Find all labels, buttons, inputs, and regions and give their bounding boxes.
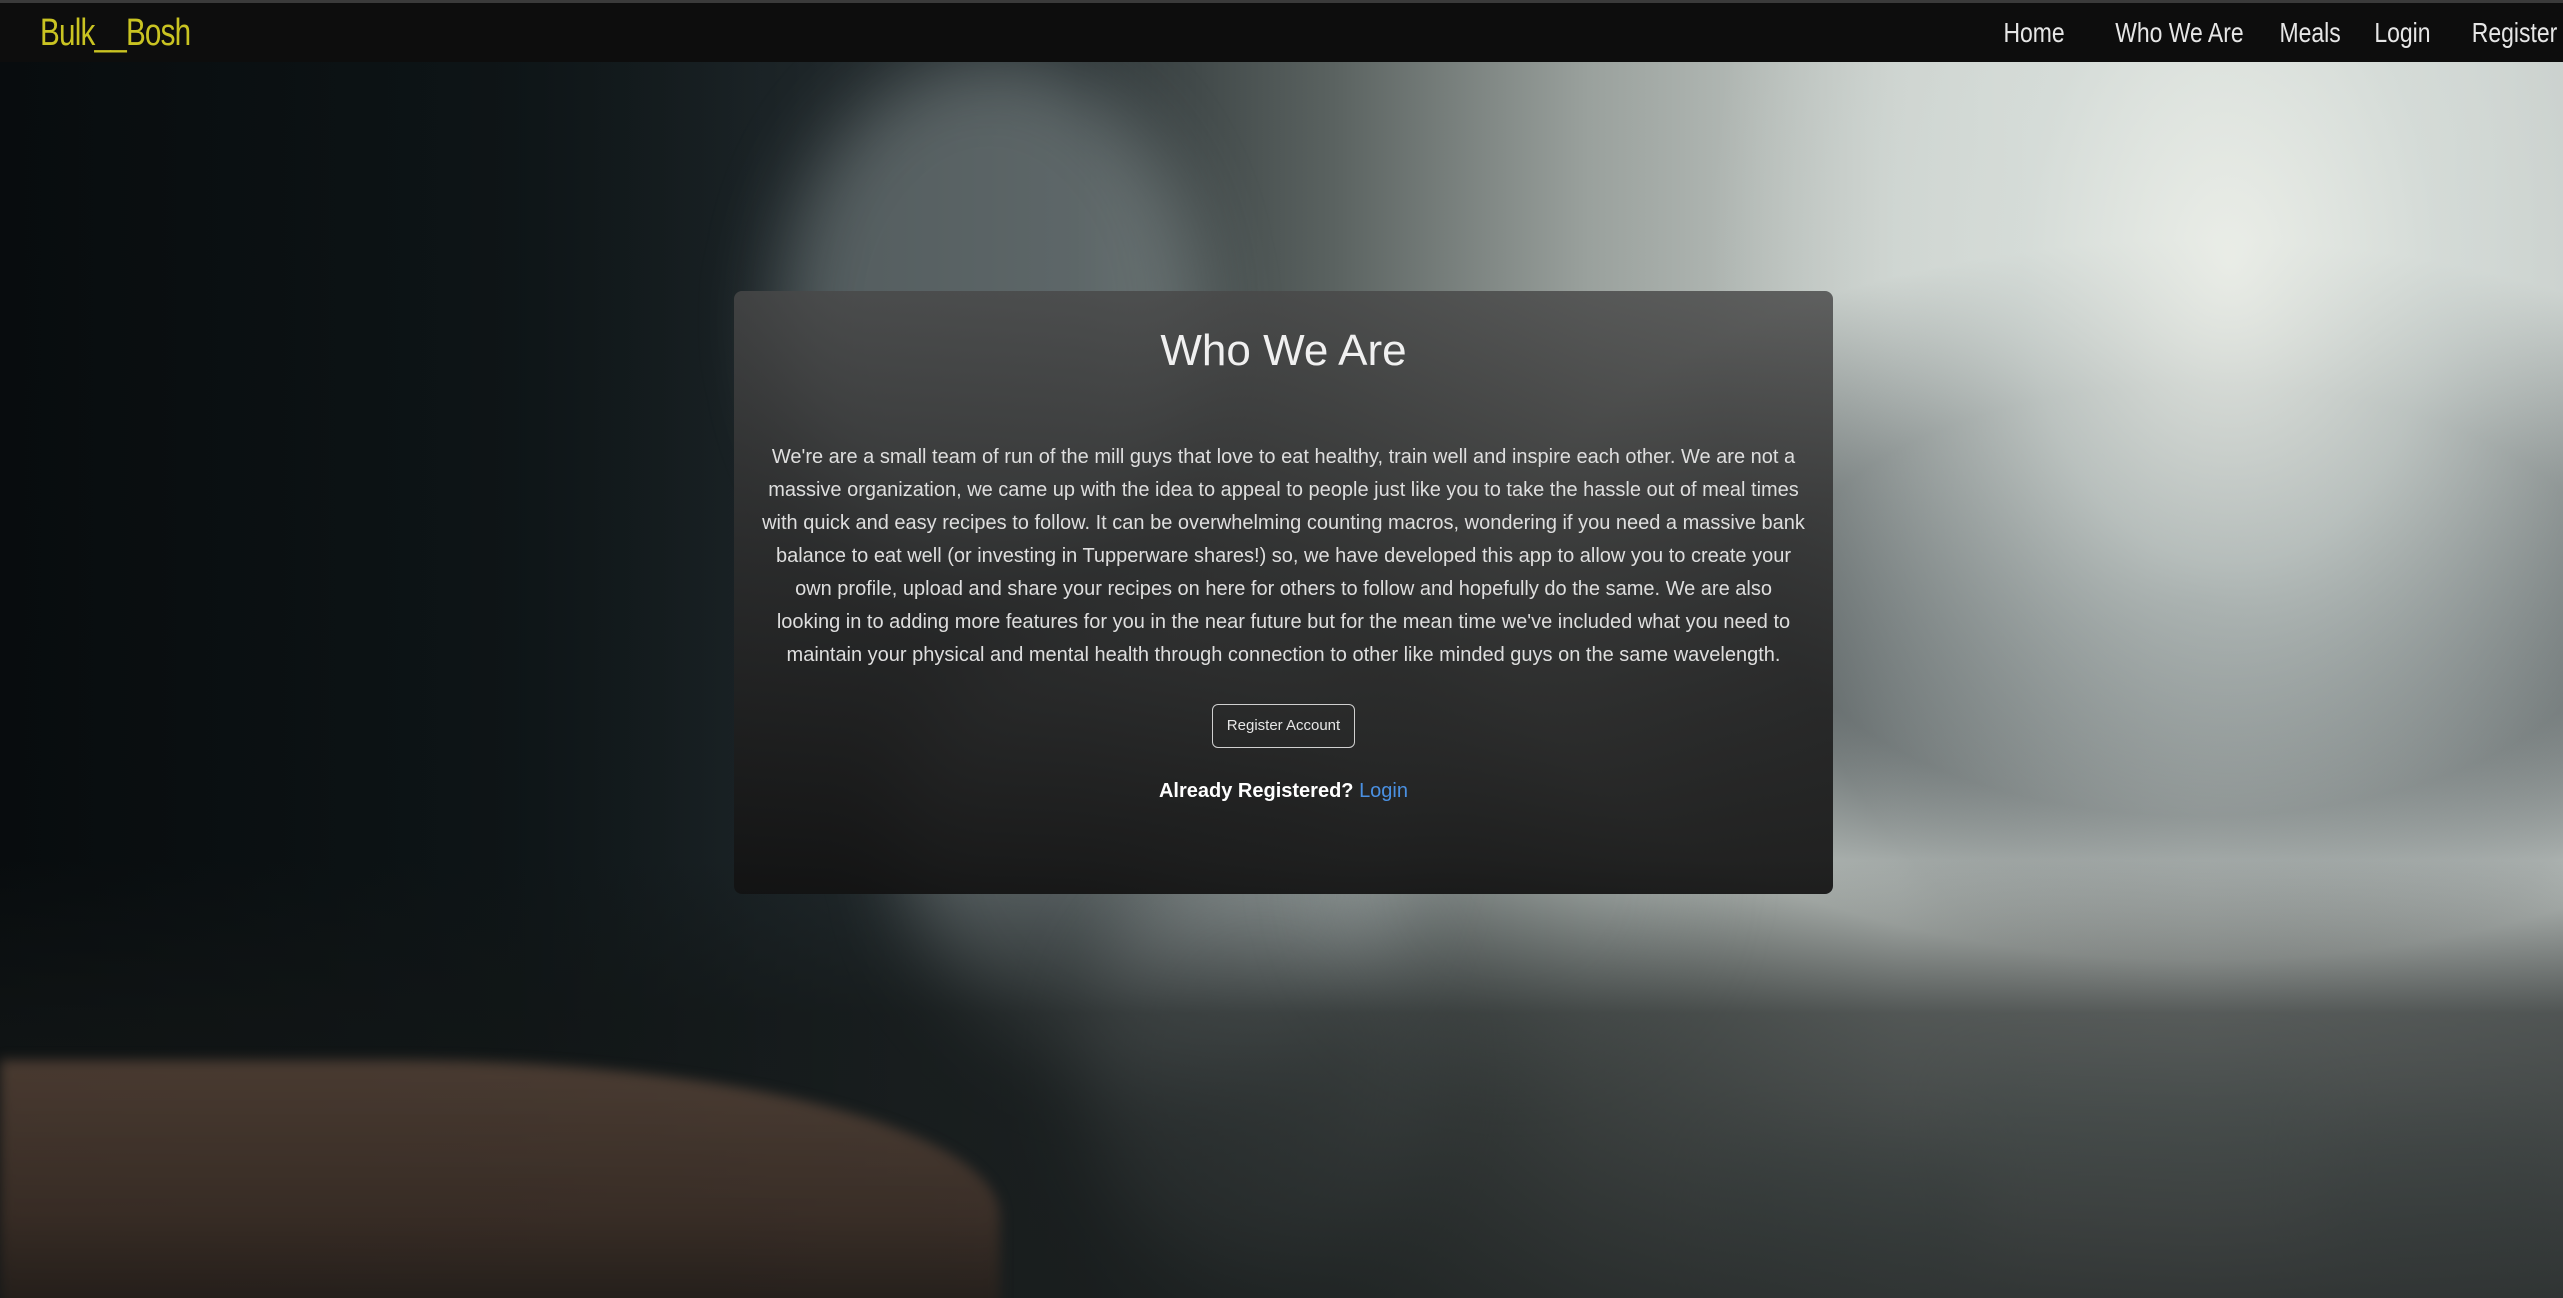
card-title: Who We Are <box>1160 326 1407 375</box>
card-description: We're are a small team of run of the mil… <box>762 446 1805 666</box>
brand-logo[interactable]: Bulk__Bosh <box>40 7 191 59</box>
nav-link-register[interactable]: Register <box>2472 7 2557 59</box>
nav-link-meals[interactable]: Meals <box>2279 7 2340 59</box>
nav-links: Home Who We Are Meals Login Register <box>1968 7 2557 59</box>
register-account-button[interactable]: Register Account <box>1211 704 1356 748</box>
nav-link-login[interactable]: Login <box>2375 7 2431 59</box>
nav-link-who-we-are[interactable]: Who We Are <box>2115 7 2243 59</box>
already-registered-line: Already Registered? Login <box>762 780 1805 803</box>
who-we-are-card: Who We Are We're are a small team of run… <box>734 291 1833 894</box>
already-registered-text: Already Registered? <box>1158 780 1354 802</box>
top-navbar: Bulk__Bosh Home Who We Are Meals Login R… <box>0 0 2563 62</box>
login-link[interactable]: Login <box>1359 780 1408 802</box>
page: Bulk__Bosh Home Who We Are Meals Login R… <box>0 0 2563 1298</box>
nav-link-home[interactable]: Home <box>2004 7 2065 59</box>
